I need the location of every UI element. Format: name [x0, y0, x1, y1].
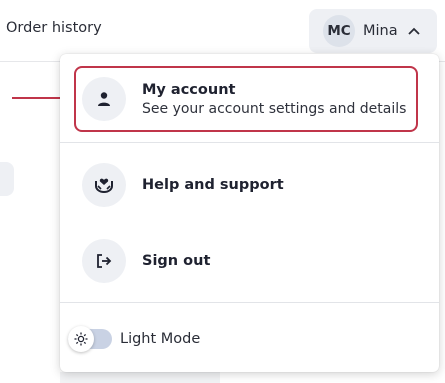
- menu-item-sign-out[interactable]: Sign out: [76, 230, 408, 292]
- menu-item-title: Sign out: [142, 253, 211, 269]
- chevron-up-icon: [407, 24, 420, 39]
- menu-item-help-and-support[interactable]: Help and support: [76, 154, 408, 216]
- account-dropdown-menu: My account See your account settings and…: [60, 54, 439, 372]
- divider: [60, 302, 439, 303]
- user-name: Mina: [363, 23, 398, 39]
- menu-item-title: My account: [142, 81, 236, 98]
- theme-toggle[interactable]: [68, 326, 112, 352]
- divider: [60, 142, 439, 143]
- sign-out-icon: [82, 239, 126, 283]
- background-panel-edge: [60, 372, 220, 383]
- menu-item-title: Help and support: [142, 177, 284, 193]
- order-history-link[interactable]: Order history: [6, 20, 102, 36]
- theme-toggle-label: Light Mode: [120, 331, 201, 347]
- background-button-edge: [0, 162, 14, 196]
- menu-item-my-account[interactable]: My account See your account settings and…: [76, 68, 408, 130]
- person-icon: [82, 77, 126, 121]
- theme-toggle-row: Light Mode: [68, 326, 200, 352]
- avatar: MC: [323, 15, 355, 47]
- user-menu-button[interactable]: MC Mina: [309, 9, 437, 53]
- menu-item-subtitle: See your account settings and details: [142, 100, 407, 117]
- top-bar: Order history MC Mina: [0, 0, 445, 62]
- support-hands-icon: [82, 163, 126, 207]
- sun-icon: [68, 326, 94, 352]
